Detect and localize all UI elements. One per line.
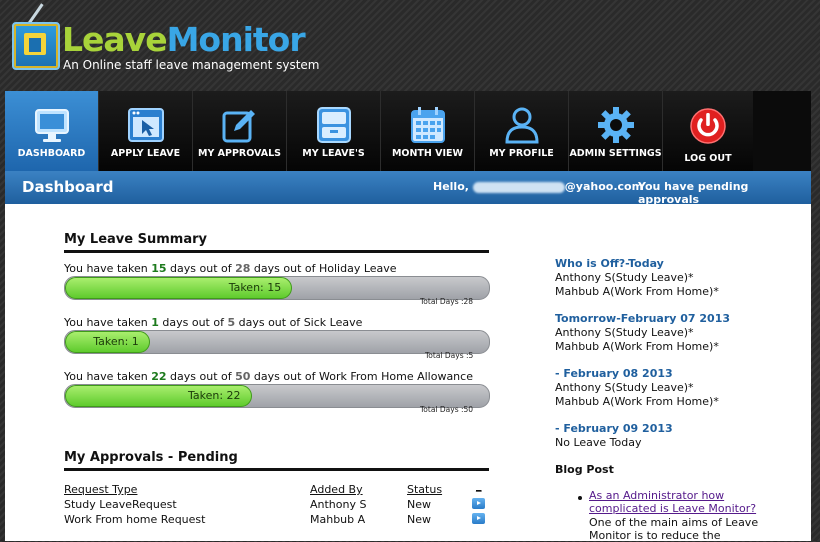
- nav-my-profile[interactable]: MY PROFILE: [475, 91, 569, 171]
- nav-label: APPLY LEAVE: [110, 148, 181, 159]
- col-added-by[interactable]: Added By: [310, 483, 363, 496]
- nav-my-leaves[interactable]: MY LEAVE'S: [287, 91, 381, 171]
- user-icon: [504, 107, 539, 144]
- request-type-cell: Study LeaveRequest: [64, 498, 177, 511]
- page-title: Dashboard: [22, 178, 114, 196]
- logo-tagline: An Online staff leave management system: [63, 58, 320, 72]
- whos-off-entry: Mahbub A(Work From Home)*: [555, 285, 719, 298]
- redacted-email: [472, 181, 565, 193]
- blog-post-link[interactable]: As an Administrator how complicated is L…: [589, 489, 779, 515]
- bullet-icon: [578, 496, 582, 500]
- whos-off-entry: Anthony S(Study Leave)*: [555, 381, 694, 394]
- nav-apply-leave[interactable]: APPLY LEAVE: [99, 91, 193, 171]
- whos-off-entry: Anthony S(Study Leave)*: [555, 271, 694, 284]
- whos-off-heading: Tomorrow-February 07 2013: [555, 312, 731, 325]
- request-type-cell: Work From home Request: [64, 513, 206, 526]
- logo-wordmark: LeaveMonitor: [62, 20, 306, 59]
- added-by-cell: Mahbub A: [310, 513, 366, 526]
- leave-progress-fill: Taken: 15: [65, 277, 293, 299]
- total-days-label: Total Days :50: [420, 405, 474, 414]
- nav-label: MY PROFILE: [489, 148, 554, 159]
- monitor-icon: [34, 109, 69, 142]
- main-content: My Leave Summary You have taken 15 days …: [5, 204, 811, 542]
- leave-progress-fill: Taken: 22: [65, 385, 252, 407]
- whos-off-heading: - February 09 2013: [555, 422, 673, 435]
- main-nav: DASHBOARD APPLY LEAVE MY APPROVALS MY LE…: [5, 91, 811, 171]
- leave-summary-line: You have taken 22 days out of 50 days ou…: [64, 370, 473, 383]
- status-cell: New: [407, 498, 431, 511]
- whos-off-entry: Mahbub A(Work From Home)*: [555, 395, 719, 408]
- whos-off-heading: Who is Off?-Today: [555, 257, 664, 270]
- edit-icon: [222, 110, 255, 143]
- whos-off-entry: No Leave Today: [555, 436, 642, 449]
- whos-off-entry: Anthony S(Study Leave)*: [555, 326, 694, 339]
- open-request-button[interactable]: [472, 513, 485, 524]
- col-status[interactable]: Status: [407, 483, 442, 496]
- leave-summary-line: You have taken 1 days out of 5 days out …: [64, 316, 363, 329]
- nav-label: ADMIN SETTINGS: [569, 148, 662, 159]
- gear-icon: [597, 107, 634, 143]
- logo-tv-icon: [12, 22, 60, 70]
- pending-approvals-notice[interactable]: You have pending approvals: [638, 180, 811, 206]
- col-request-type[interactable]: Request Type: [64, 483, 137, 496]
- whos-off-entry: Mahbub A(Work From Home)*: [555, 340, 719, 353]
- nav-dashboard[interactable]: DASHBOARD: [5, 91, 99, 171]
- nav-label: DASHBOARD: [17, 148, 86, 159]
- blog-post-excerpt: One of the main aims of Leave Monitor is…: [589, 516, 759, 542]
- added-by-cell: Anthony S: [310, 498, 367, 511]
- nav-log-out[interactable]: LOG OUT: [663, 91, 753, 171]
- nav-month-view[interactable]: MONTH VIEW: [381, 91, 475, 171]
- nav-label: MONTH VIEW: [391, 148, 464, 159]
- whos-off-heading: - February 08 2013: [555, 367, 673, 380]
- inbox-icon: [316, 107, 351, 143]
- power-icon: [690, 108, 726, 144]
- approvals-title: My Approvals - Pending: [64, 450, 489, 471]
- nav-admin-settings[interactable]: ADMIN SETTINGS: [569, 91, 663, 171]
- leave-progress-fill: Taken: 1: [65, 331, 150, 353]
- leave-summary-title: My Leave Summary: [64, 232, 489, 253]
- nav-my-approvals[interactable]: MY APPROVALS: [193, 91, 287, 171]
- title-bar: Dashboard Hello, @yahoo.com You have pen…: [5, 171, 811, 206]
- nav-label: MY LEAVE'S: [302, 148, 365, 159]
- total-days-label: Total Days :28: [420, 297, 474, 306]
- open-request-button[interactable]: [472, 498, 485, 509]
- leave-summary-line: You have taken 15 days out of 28 days ou…: [64, 262, 397, 275]
- user-greeting: Hello, @yahoo.com: [433, 180, 644, 193]
- browser-cursor-icon: [127, 108, 164, 142]
- nav-label: MY APPROVALS: [197, 148, 281, 159]
- calendar-icon: [410, 107, 445, 143]
- nav-label: LOG OUT: [684, 153, 732, 164]
- blog-post-heading: Blog Post: [555, 463, 614, 476]
- total-days-label: Total Days :5: [425, 351, 474, 360]
- status-cell: New: [407, 513, 431, 526]
- col-action: _: [476, 479, 482, 492]
